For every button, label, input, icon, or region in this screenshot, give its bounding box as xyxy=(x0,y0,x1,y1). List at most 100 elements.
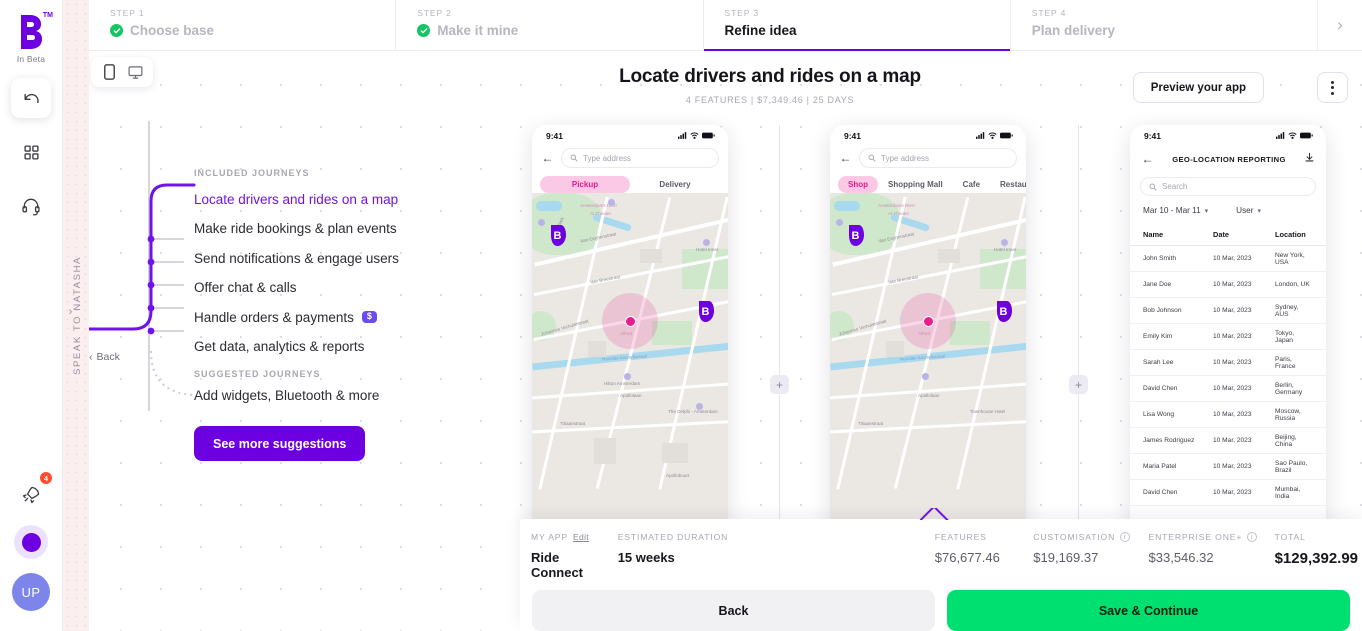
info-icon[interactable]: i xyxy=(1247,532,1258,542)
step-3-label: STEP 3 xyxy=(724,8,760,18)
user-filter[interactable]: User ▾ xyxy=(1236,206,1261,215)
status-icons xyxy=(976,132,1013,139)
driver-marker[interactable]: B xyxy=(549,225,566,246)
step-1-title: Choose base xyxy=(130,23,215,38)
table-row[interactable]: David Chen 10 Mar, 2023 Mumbai, India xyxy=(1130,480,1326,506)
step-4-title: Plan delivery xyxy=(1031,23,1116,38)
presence-indicator[interactable] xyxy=(14,525,48,559)
summary-duration: ESTIMATED DURATION 15 weeks xyxy=(618,532,935,580)
journey-item[interactable]: Get data, analytics & reports xyxy=(194,338,494,355)
journey-item[interactable]: Make ride bookings & plan events xyxy=(194,220,494,237)
journey-item[interactable]: Locate drivers and rides on a map xyxy=(194,191,494,208)
back-arrow-icon[interactable]: ← xyxy=(541,151,554,165)
cell-name: Bob Johnson xyxy=(1143,307,1182,314)
speak-to-natasha-strip[interactable]: › SPEAK TO NATASHA xyxy=(63,0,89,631)
tab-delivery[interactable]: Delivery xyxy=(630,176,720,193)
table-row[interactable]: Bob Johnson 10 Mar, 2023 Sydney, AUS xyxy=(1130,298,1326,324)
table-row[interactable]: John Smith 10 Mar, 2023 New York, USA xyxy=(1130,246,1326,272)
address-search-input[interactable]: Type address xyxy=(859,148,1017,168)
step-1[interactable]: STEP 1 Choose base xyxy=(89,0,397,50)
add-screen-button[interactable]: + xyxy=(770,375,789,394)
cell-date: 10 Mar, 2023 xyxy=(1213,359,1252,366)
report-table: Name Date Location John Smith 10 Mar, 20… xyxy=(1130,224,1326,506)
report-title: GEO-LOCATION REPORTING xyxy=(1172,154,1286,164)
journey-item[interactable]: Handle orders & payments $ xyxy=(194,309,494,326)
included-journeys-heading: INCLUDED JOURNEYS xyxy=(194,168,310,178)
see-more-suggestions-button[interactable]: See more suggestions xyxy=(194,426,366,461)
poi-icon xyxy=(922,373,929,380)
chip-shopping-mall[interactable]: Shopping Mall xyxy=(878,176,953,193)
map-label: Van Breestraat xyxy=(887,274,919,285)
shop-marker[interactable]: B xyxy=(995,301,1012,322)
duration-label: ESTIMATED DURATION xyxy=(617,532,729,542)
back-arrow-icon[interactable]: ← xyxy=(839,151,852,165)
status-time: 9:41 xyxy=(844,130,862,141)
map-view[interactable]: Amsterdams Dierr Al Theater Van Eeghenst… xyxy=(532,193,728,530)
add-screen-button[interactable]: + xyxy=(1069,375,1088,394)
table-row[interactable]: Sarah Lee 10 Mar, 2023 Paris, France xyxy=(1130,350,1326,376)
chip-restaurant[interactable]: Restaurant xyxy=(990,176,1026,193)
current-location-pin xyxy=(624,315,636,327)
back-button[interactable]: Back xyxy=(532,590,935,631)
more-options-button[interactable] xyxy=(1317,72,1348,103)
cell-name: Sarah Lee xyxy=(1143,359,1174,366)
table-row[interactable]: Lisa Wong 10 Mar, 2023 Moscow, Russia xyxy=(1130,402,1326,428)
brand-logo[interactable]: TM In Beta xyxy=(16,12,53,64)
info-icon[interactable]: i xyxy=(1120,532,1131,542)
phone-screen-shop[interactable]: 9:41 ← Type address Shop Shopping Mall C… xyxy=(830,125,1026,530)
headset-icon[interactable] xyxy=(11,186,51,226)
journey-item[interactable]: Offer chat & calls xyxy=(194,279,494,296)
suggested-journey-item[interactable]: Add widgets, Bluetooth & more xyxy=(194,388,379,403)
suggested-journeys-heading: SUGGESTED JOURNEYS xyxy=(194,369,321,379)
signal-icon xyxy=(1276,132,1285,139)
signal-icon xyxy=(678,132,687,139)
table-row[interactable]: David Chen 10 Mar, 2023 Berlin, Germany xyxy=(1130,376,1326,402)
undo-icon[interactable] xyxy=(11,78,51,118)
rocket-icon[interactable]: 4 xyxy=(11,472,52,515)
step-4[interactable]: STEP 4 Plan delivery xyxy=(1011,0,1318,50)
journey-item[interactable]: Send notifications & engage users xyxy=(194,250,494,267)
driver-marker[interactable]: B xyxy=(697,301,714,322)
column-header-name: Name xyxy=(1143,230,1164,239)
mobile-view-icon[interactable] xyxy=(97,61,121,83)
chip-shop[interactable]: Shop xyxy=(838,176,878,193)
battery-icon xyxy=(702,132,715,139)
included-journeys: INCLUDED JOURNEYS Locate drivers and rid… xyxy=(194,168,494,355)
table-row[interactable]: James Rodriguez 10 Mar, 2023 Beijing, Ch… xyxy=(1130,428,1326,454)
phone-screen-report[interactable]: 9:41 ← GEO-LOCATION REPORTING Search Mar… xyxy=(1130,125,1326,530)
map-label: Al Theater xyxy=(888,211,910,216)
customisation-value: $19,169.37 xyxy=(1033,550,1099,565)
edit-app-name-link[interactable]: Edit xyxy=(573,532,589,542)
table-row[interactable]: Emily Kim 10 Mar, 2023 Tokyo, Japan xyxy=(1130,324,1326,350)
table-row[interactable]: Jane Doe 10 Mar, 2023 London, UK xyxy=(1130,272,1326,298)
download-icon[interactable] xyxy=(1304,150,1315,168)
save-continue-button[interactable]: Save & Continue xyxy=(947,590,1350,631)
address-search-placeholder: Type address xyxy=(881,153,930,163)
chevron-right-icon[interactable]: › xyxy=(1318,0,1362,50)
address-search-input[interactable]: Type address xyxy=(561,148,719,168)
status-bar: 9:41 xyxy=(532,125,728,146)
step-2[interactable]: STEP 2 Make it mine xyxy=(396,0,704,50)
grid-icon[interactable] xyxy=(11,132,51,172)
canvas-back-link[interactable]: ‹ Back xyxy=(89,351,120,363)
chip-cafe[interactable]: Cafe xyxy=(953,176,990,193)
status-time: 9:41 xyxy=(546,130,564,141)
back-arrow-icon[interactable]: ← xyxy=(1141,152,1154,166)
cell-location: Tokyo, Japan xyxy=(1275,329,1295,344)
map-view[interactable]: Amsterdams Dierr Al Theater Van Eeghenst… xyxy=(830,193,1026,530)
view-toggle xyxy=(91,57,153,87)
phone-screen-pickup[interactable]: 9:41 ← Type address Pickup Delivery Amst… xyxy=(532,125,728,530)
report-search-input[interactable]: Search xyxy=(1140,177,1316,196)
total-value: $129,392.99 xyxy=(1274,550,1359,567)
step-3[interactable]: STEP 3 Refine idea xyxy=(703,0,1011,51)
desktop-view-icon[interactable] xyxy=(123,61,147,83)
tab-pickup[interactable]: Pickup xyxy=(540,176,630,193)
date-range-filter[interactable]: Mar 10 - Mar 11 ▾ xyxy=(1143,206,1208,215)
steps-bar: STEP 1 Choose base STEP 2 Make it mine S… xyxy=(89,0,1362,51)
status-bar: 9:41 xyxy=(830,125,1026,146)
preview-app-button[interactable]: Preview your app xyxy=(1132,72,1264,103)
cell-name: Emily Kim xyxy=(1143,333,1173,340)
shop-marker[interactable]: B xyxy=(847,225,864,246)
avatar[interactable]: UP xyxy=(12,573,50,611)
table-row[interactable]: Maria Patel 10 Mar, 2023 Sao Paulo, Braz… xyxy=(1130,454,1326,480)
